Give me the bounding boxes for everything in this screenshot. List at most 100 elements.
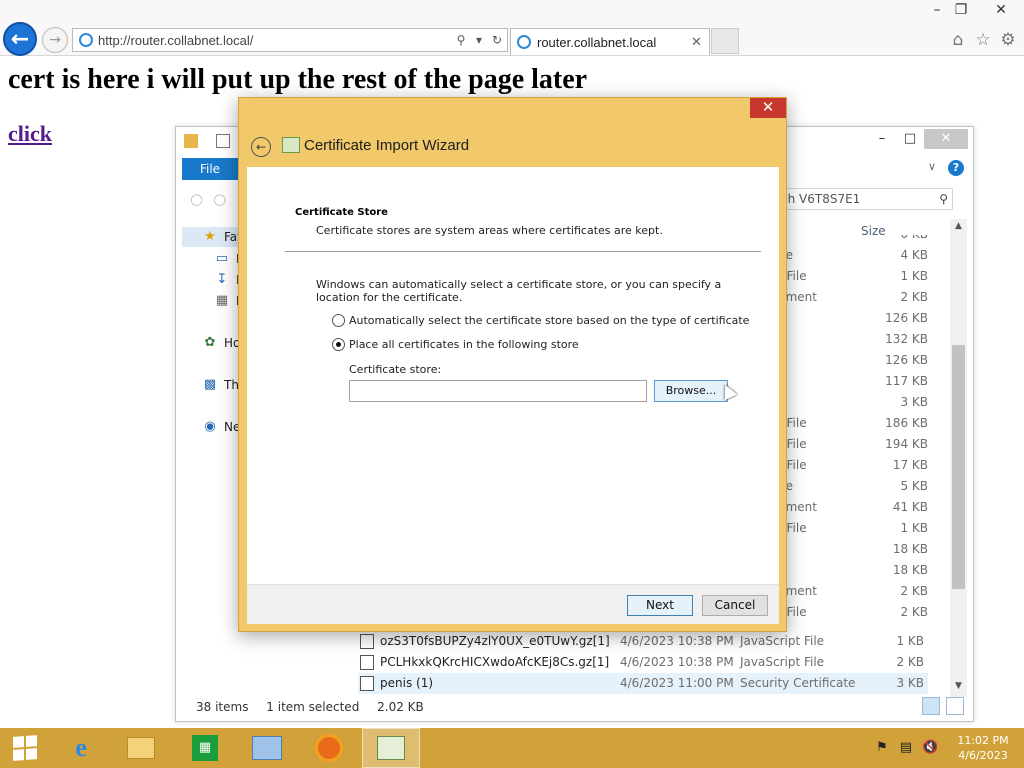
properties-icon[interactable]	[216, 134, 230, 148]
click-link[interactable]: click	[8, 121, 52, 147]
taskbar-internet-explorer[interactable]: e	[52, 728, 110, 768]
address-url[interactable]: http://router.collabnet.local/	[98, 33, 453, 48]
tab-close-icon[interactable]: ✕	[691, 35, 705, 50]
start-button[interactable]	[0, 728, 50, 768]
restore-button[interactable]: ❐	[946, 0, 976, 22]
radio-auto-select[interactable]: Automatically select the certificate sto…	[332, 314, 749, 327]
table-row[interactable]: t File 186 KB	[778, 413, 928, 434]
table-row[interactable]: t File 2 KB	[778, 602, 928, 623]
table-row[interactable]: e126 KB	[778, 350, 928, 371]
explorer-maximize-button[interactable]: □	[894, 129, 926, 149]
wizard-close-button[interactable]: ✕	[750, 98, 786, 118]
file-size: 117 KB	[885, 374, 928, 388]
taskbar-certificate-wizard[interactable]	[362, 728, 420, 768]
clock[interactable]: 11:02 PM 4/6/2023	[950, 733, 1016, 763]
star-icon[interactable]: ☆	[973, 30, 993, 50]
status-selected: 1 item selected	[266, 700, 360, 714]
large-icons-view-icon[interactable]	[945, 697, 964, 715]
wizard-back-button[interactable]: ←	[251, 137, 271, 157]
close-button[interactable]: ✕	[984, 0, 1018, 22]
table-row[interactable]: ge4 KB	[778, 245, 928, 266]
file-size: 186 KB	[885, 416, 928, 430]
arrow-right-icon: →	[49, 32, 61, 48]
volume-muted-icon[interactable]: 🔇	[922, 740, 938, 756]
wizard-footer: Next Cancel	[247, 584, 779, 624]
file-size: 1 KB	[896, 634, 924, 648]
details-view-icon[interactable]	[922, 697, 940, 715]
internet-explorer-icon: e	[75, 733, 87, 762]
table-row[interactable]: ument 2 KB	[778, 581, 928, 602]
table-row[interactable]: e18 KB	[778, 539, 928, 560]
view-switcher	[920, 697, 964, 718]
nav-item-this-pc[interactable]: ▩ Th	[202, 378, 239, 393]
address-bar[interactable]: http://router.collabnet.local/ ⚲ ▾ ↻	[72, 28, 508, 52]
table-row[interactable]: 0 KB	[778, 235, 928, 245]
network-icon[interactable]: ▤	[898, 740, 914, 756]
next-button[interactable]: Next	[627, 595, 693, 616]
table-row[interactable]: t File 1 KB	[778, 518, 928, 539]
file-tab[interactable]: File	[182, 158, 238, 180]
taskbar: e ▦ ⚑ ▤ 🔇 11:02 PM 4/6/2023	[0, 728, 1024, 768]
certificate-import-wizard: ✕ ← Certificate Import Wizard Certificat…	[238, 97, 787, 632]
taskbar-file-explorer[interactable]	[112, 728, 170, 768]
scroll-down-icon[interactable]: ▼	[952, 681, 965, 691]
dropdown-icon[interactable]: ▾	[471, 33, 487, 47]
control-panel-icon	[252, 736, 282, 760]
scroll-thumb[interactable]	[952, 345, 965, 589]
file-size: 2 KB	[896, 655, 924, 669]
radio-place-all[interactable]: Place all certificates in the following …	[332, 338, 579, 351]
desktop-icon: ▭	[215, 251, 229, 266]
radio-auto-circle[interactable]	[332, 314, 345, 327]
table-row[interactable]: 3 KB	[778, 392, 928, 413]
gear-icon[interactable]: ⚙	[998, 30, 1018, 50]
table-row[interactable]: PCLHkxkQKrcHICXwdoAfcKEj8Cs.gz[1] 4/6/202…	[358, 652, 928, 673]
explorer-close-button[interactable]: ✕	[924, 129, 968, 149]
chevron-down-icon[interactable]: ∨	[928, 160, 936, 173]
certificate-icon	[377, 736, 405, 760]
scroll-up-icon[interactable]: ▲	[952, 221, 965, 231]
file-size: 5 KB	[900, 479, 928, 493]
table-row[interactable]: e126 KB	[778, 308, 928, 329]
table-row[interactable]: t File 17 KB	[778, 455, 928, 476]
file-size: 41 KB	[892, 500, 928, 514]
table-row[interactable]: ument 2 KB	[778, 287, 928, 308]
taskbar-control-panel[interactable]	[238, 728, 296, 768]
explorer-nav-arrows[interactable]: ○○	[190, 190, 236, 208]
section-description: Certificate stores are system areas wher…	[316, 224, 663, 237]
cancel-button[interactable]: Cancel	[702, 595, 768, 616]
search-icon[interactable]: ⚲	[939, 189, 948, 209]
javascript-file-icon	[360, 655, 374, 670]
flag-icon[interactable]: ⚑	[874, 740, 890, 756]
table-row[interactable]: e18 KB	[778, 560, 928, 581]
start-icon	[13, 735, 37, 761]
table-row[interactable]: e132 KB	[778, 329, 928, 350]
forward-button[interactable]: →	[42, 27, 68, 53]
certificate-store-field[interactable]	[349, 380, 647, 402]
recent-icon: ▦	[215, 293, 229, 308]
browse-button[interactable]: Browse...	[654, 380, 728, 402]
browser-tab[interactable]: router.collabnet.local ✕	[510, 28, 710, 55]
refresh-icon[interactable]: ↻	[489, 33, 505, 47]
table-row[interactable]: penis (1) 4/6/2023 11:00 PM Security Certi…	[358, 673, 928, 694]
radio-place-circle[interactable]	[332, 338, 345, 351]
help-icon[interactable]: ?	[948, 160, 964, 176]
taskbar-firefox[interactable]	[300, 728, 358, 768]
table-row[interactable]: t File 194 KB	[778, 434, 928, 455]
nav-item-homegroup[interactable]: ✿ Ho	[202, 336, 241, 351]
search-input[interactable]: ch V6T8S7E1 ⚲	[776, 188, 953, 210]
table-row[interactable]: ozS3T0fsBUPZy4zlY0UX_e0TUwY.gz[1] 4/6/202…	[358, 631, 928, 652]
table-row[interactable]: t File 1 KB	[778, 266, 928, 287]
search-icon[interactable]: ⚲	[453, 33, 469, 47]
table-row[interactable]: ument 41 KB	[778, 497, 928, 518]
home-icon[interactable]: ⌂	[948, 30, 968, 50]
clock-date: 4/6/2023	[958, 749, 1008, 762]
taskbar-store[interactable]: ▦	[176, 728, 234, 768]
table-row[interactable]: ge5 KB	[778, 476, 928, 497]
table-row[interactable]: e117 KB	[778, 371, 928, 392]
wizard-body: Certificate Store Certificate stores are…	[247, 167, 779, 584]
nav-item-network[interactable]: ◉ Ne	[202, 420, 240, 435]
file-size: 126 KB	[885, 353, 928, 367]
back-button[interactable]: ←	[3, 22, 37, 56]
new-tab-button[interactable]	[711, 28, 739, 54]
vertical-scrollbar[interactable]: ▲ ▼	[950, 219, 967, 697]
